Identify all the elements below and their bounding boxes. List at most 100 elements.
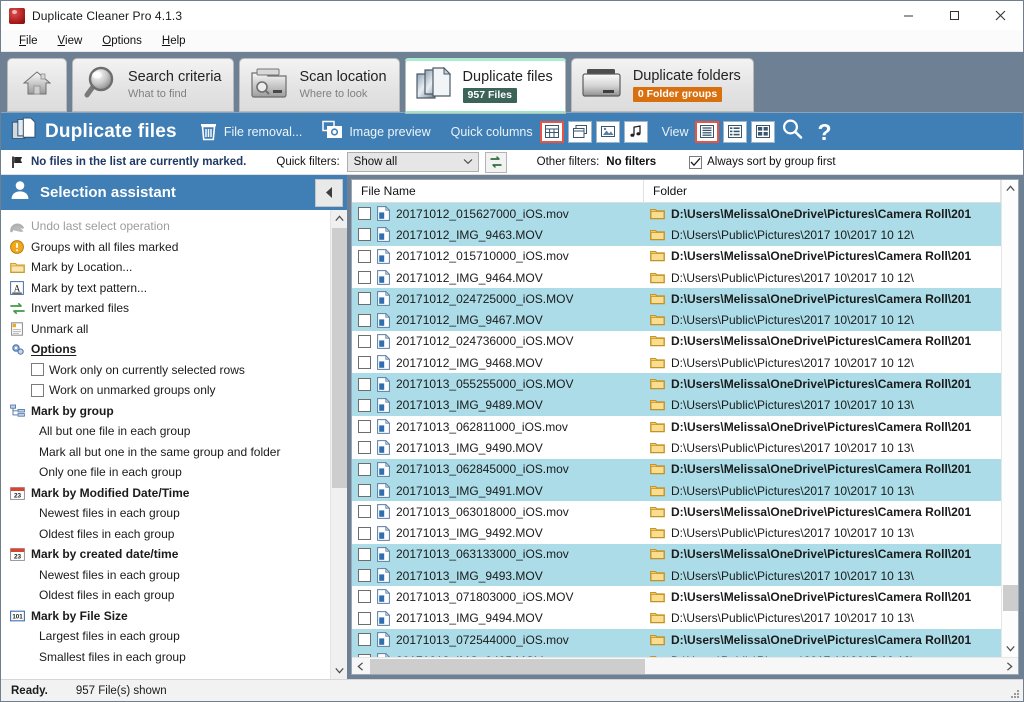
sidebar-item-all-but-one-same-group-folder[interactable]: Mark all but one in the same group and f… <box>1 442 330 463</box>
table-row[interactable]: 20171012_015710000_iOS.mov D:\Users\Melis… <box>352 246 1001 267</box>
row-mark-checkbox[interactable] <box>358 249 371 263</box>
row-mark-checkbox[interactable] <box>358 334 371 348</box>
column-header-folder[interactable]: Folder <box>644 180 1001 203</box>
menu-help[interactable]: Help <box>153 33 195 49</box>
column-header-file-name[interactable]: File Name <box>352 180 644 203</box>
row-mark-checkbox[interactable] <box>358 569 371 583</box>
row-mark-checkbox[interactable] <box>358 462 371 476</box>
row-mark-checkbox[interactable] <box>358 228 371 242</box>
menu-options[interactable]: Options <box>93 33 151 49</box>
table-row[interactable]: 20171013_062845000_iOS.mov D:\Users\Melis… <box>352 458 1001 480</box>
table-row[interactable]: 20171012_IMG_9463.MOV D:\Users\Public\Pic… <box>352 224 1001 246</box>
table-row[interactable]: 20171012_024736000_iOS.MOV D:\Users\Melis… <box>352 331 1001 352</box>
menu-file[interactable]: FFileile <box>10 33 47 49</box>
tab-duplicate-files[interactable]: Duplicate files 957 Files <box>404 58 567 114</box>
row-mark-checkbox[interactable] <box>358 633 371 647</box>
sidebar-item-oldest-created[interactable]: Oldest files in each group <box>1 585 330 606</box>
scroll-left-icon[interactable] <box>352 658 369 675</box>
row-mark-checkbox[interactable] <box>358 207 371 221</box>
search-icon[interactable] <box>781 118 803 145</box>
sidebar-item-mark-by-location[interactable]: Mark by Location... <box>1 257 330 278</box>
table-row[interactable]: 20171013_071803000_iOS.MOV D:\Users\Melis… <box>352 586 1001 607</box>
scroll-up-icon[interactable] <box>331 210 348 227</box>
file-removal-button[interactable]: File removal... <box>199 120 302 144</box>
sidebar-scroll-thumb[interactable] <box>332 228 347 488</box>
tab-duplicate-folders[interactable]: Duplicate folders 0 Folder groups <box>570 58 754 112</box>
table-row[interactable]: 20171013_063018000_iOS.mov D:\Users\Melis… <box>352 501 1001 522</box>
table-row[interactable]: 20171013_IMG_9490.MOV D:\Users\Public\Pic… <box>352 437 1001 458</box>
view-details-button[interactable] <box>723 120 748 143</box>
row-mark-checkbox[interactable] <box>358 526 371 540</box>
scroll-down-icon[interactable] <box>1002 640 1018 657</box>
row-mark-checkbox[interactable] <box>358 313 371 327</box>
scroll-right-icon[interactable] <box>1001 658 1018 675</box>
always-sort-by-group-checkbox[interactable]: Always sort by group first <box>689 155 836 169</box>
table-row[interactable]: 20171012_015627000_iOS.mov D:\Users\Melis… <box>352 203 1001 225</box>
sidebar-item-largest-in-group[interactable]: Largest files in each group <box>1 626 330 647</box>
sidebar-checkbox-work-unmarked-groups[interactable]: Work on unmarked groups only <box>1 380 330 401</box>
quick-columns-image-button[interactable] <box>595 120 620 143</box>
quick-columns-table-button[interactable] <box>539 120 564 143</box>
view-tile-button[interactable] <box>751 120 776 143</box>
list-hscroll-thumb[interactable] <box>370 659 645 674</box>
row-mark-checkbox[interactable] <box>358 377 371 391</box>
row-mark-checkbox[interactable] <box>358 611 371 625</box>
row-mark-checkbox[interactable] <box>358 484 371 497</box>
table-row[interactable]: 20171013_IMG_9493.MOV D:\Users\Public\Pic… <box>352 565 1001 587</box>
quick-columns-window-button[interactable] <box>567 120 592 143</box>
tab-search-criteria[interactable]: Search criteria What to find <box>72 58 235 112</box>
menu-view[interactable]: View <box>49 33 92 49</box>
sidebar-item-only-one-in-group[interactable]: Only one file in each group <box>1 462 330 483</box>
refresh-filters-button[interactable] <box>484 151 507 173</box>
sidebar-item-newest-created[interactable]: Newest files in each group <box>1 565 330 586</box>
help-icon[interactable]: ? <box>817 120 831 143</box>
row-mark-checkbox[interactable] <box>358 356 371 370</box>
table-row[interactable]: 20171012_IMG_9468.MOV D:\Users\Public\Pic… <box>352 352 1001 373</box>
row-mark-checkbox[interactable] <box>358 271 371 285</box>
tab-home[interactable] <box>7 58 67 112</box>
sidebar-item-options[interactable]: Options <box>1 339 330 360</box>
table-row[interactable]: 20171013_IMG_9491.MOV D:\Users\Public\Pic… <box>352 479 1001 502</box>
row-mark-checkbox[interactable] <box>358 420 371 434</box>
row-mark-checkbox[interactable] <box>358 292 371 306</box>
row-mark-checkbox[interactable] <box>358 505 371 519</box>
sidebar-item-mark-by-text-pattern[interactable]: A Mark by text pattern... <box>1 278 330 299</box>
list-horizontal-scrollbar[interactable] <box>352 657 1018 674</box>
table-row[interactable]: 20171013_062811000_iOS.mov D:\Users\Melis… <box>352 416 1001 437</box>
table-row[interactable]: 20171012_IMG_9467.MOV D:\Users\Public\Pic… <box>352 309 1001 331</box>
row-mark-checkbox[interactable] <box>358 441 371 455</box>
table-row[interactable]: 20171013_063133000_iOS.mov D:\Users\Melis… <box>352 543 1001 566</box>
maximize-button[interactable] <box>931 1 977 30</box>
resize-grip[interactable] <box>1008 687 1020 699</box>
scroll-down-icon[interactable] <box>331 662 348 679</box>
row-mark-checkbox[interactable] <box>358 398 371 412</box>
table-row[interactable]: 20171013_IMG_9495.MOVD:\Users\Public\Pic… <box>352 650 1001 657</box>
table-row[interactable]: 20171013_072544000_iOS.mov D:\Users\Melis… <box>352 628 1001 651</box>
view-list-button[interactable] <box>695 120 720 143</box>
list-scroll-thumb[interactable] <box>1003 585 1018 611</box>
sidebar-item-invert-marked-files[interactable]: Invert marked files <box>1 298 330 319</box>
tab-scan-location[interactable]: Scan location Where to look <box>239 58 400 112</box>
sidebar-checkbox-work-only-selected-rows[interactable]: Work only on currently selected rows <box>1 360 330 381</box>
table-row[interactable]: 20171013_IMG_9489.MOV D:\Users\Public\Pic… <box>352 394 1001 416</box>
row-mark-checkbox[interactable] <box>358 590 371 604</box>
table-row[interactable]: 20171013_IMG_9494.MOV D:\Users\Public\Pic… <box>352 608 1001 629</box>
table-row[interactable]: 20171013_055255000_iOS.MOV D:\Users\Melis… <box>352 373 1001 395</box>
sidebar-item-oldest-modified[interactable]: Oldest files in each group <box>1 524 330 545</box>
minimize-button[interactable] <box>885 1 931 30</box>
sidebar-item-unmark-all[interactable]: Unmark all <box>1 319 330 340</box>
table-row[interactable]: 20171013_IMG_9492.MOV D:\Users\Public\Pic… <box>352 522 1001 543</box>
quick-columns-music-button[interactable] <box>623 120 648 143</box>
collapse-sidebar-button[interactable] <box>315 178 343 207</box>
sidebar-item-groups-all-marked[interactable]: Groups with all files marked <box>1 237 330 258</box>
sidebar-item-undo-last-select[interactable]: Undo last select operation <box>1 216 330 237</box>
sidebar-item-smallest-in-group[interactable]: Smallest files in each group <box>1 647 330 668</box>
quick-filters-select[interactable]: Show all <box>346 152 479 172</box>
table-row[interactable]: 20171012_024725000_iOS.MOV D:\Users\Melis… <box>352 288 1001 310</box>
sidebar-item-all-but-one-in-group[interactable]: All but one file in each group <box>1 421 330 442</box>
sidebar-item-newest-modified[interactable]: Newest files in each group <box>1 503 330 524</box>
row-mark-checkbox[interactable] <box>358 547 371 561</box>
scroll-up-icon[interactable] <box>1002 180 1018 197</box>
close-button[interactable] <box>977 1 1023 30</box>
image-preview-button[interactable]: Image preview <box>322 120 431 143</box>
